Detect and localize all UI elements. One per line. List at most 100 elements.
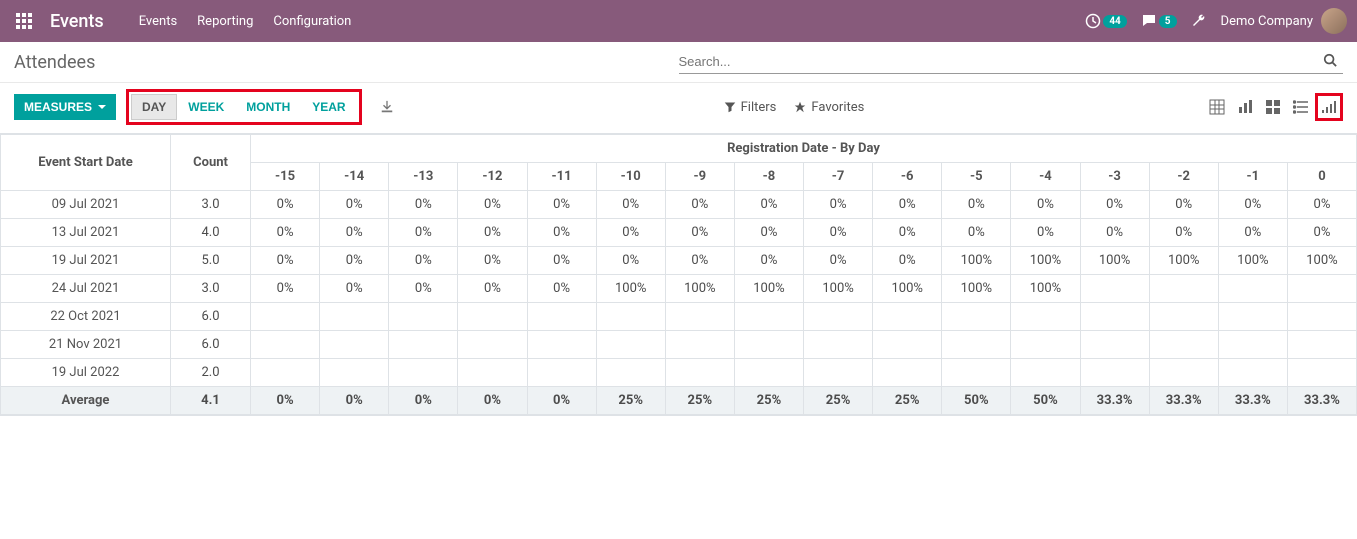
favorites-button[interactable]: Favorites xyxy=(794,100,864,115)
col-header: -13 xyxy=(389,163,458,191)
cell xyxy=(1080,331,1149,359)
col-header: -5 xyxy=(942,163,1011,191)
chat-icon xyxy=(1141,13,1157,29)
cell: 0% xyxy=(1080,191,1149,219)
cell: 0% xyxy=(458,219,527,247)
cell: 0% xyxy=(734,247,803,275)
col-header: -7 xyxy=(804,163,873,191)
download-button[interactable] xyxy=(380,100,394,115)
view-kanban[interactable] xyxy=(1259,93,1287,121)
list-icon xyxy=(1293,99,1309,115)
user-avatar[interactable] xyxy=(1321,8,1347,34)
nav-reporting[interactable]: Reporting xyxy=(197,14,253,29)
average-cell: 25% xyxy=(873,387,942,415)
cell xyxy=(804,331,873,359)
cell: 100% xyxy=(1011,247,1080,275)
cell xyxy=(1287,275,1356,303)
cell: 0% xyxy=(527,275,596,303)
cell xyxy=(251,303,320,331)
average-label: Average xyxy=(1,387,171,415)
cell xyxy=(1218,303,1287,331)
cell xyxy=(1080,359,1149,387)
col-header: -10 xyxy=(596,163,665,191)
average-cell: 25% xyxy=(596,387,665,415)
cell xyxy=(804,359,873,387)
view-list[interactable] xyxy=(1287,93,1315,121)
cell xyxy=(596,303,665,331)
cell xyxy=(665,359,734,387)
cell xyxy=(1287,303,1356,331)
app-brand[interactable]: Events xyxy=(50,11,104,32)
company-name[interactable]: Demo Company xyxy=(1221,14,1313,29)
average-cell: 33.3% xyxy=(1080,387,1149,415)
period-day[interactable]: DAY xyxy=(131,94,177,120)
view-cohort[interactable] xyxy=(1315,93,1343,121)
cell xyxy=(320,359,389,387)
cell xyxy=(873,331,942,359)
cell xyxy=(320,303,389,331)
count-header: Count xyxy=(171,135,251,191)
average-cell: 25% xyxy=(734,387,803,415)
view-pivot[interactable] xyxy=(1203,93,1231,121)
cell: 0% xyxy=(320,219,389,247)
view-graph[interactable] xyxy=(1231,93,1259,121)
cell xyxy=(1149,331,1218,359)
cell xyxy=(734,331,803,359)
dev-tools-button[interactable] xyxy=(1191,13,1207,29)
average-count: 4.1 xyxy=(171,387,251,415)
col-header: -14 xyxy=(320,163,389,191)
cell xyxy=(1149,275,1218,303)
cell: 100% xyxy=(942,247,1011,275)
cell: 0% xyxy=(596,247,665,275)
star-icon xyxy=(794,101,806,113)
cell: 0% xyxy=(251,219,320,247)
col-header: -2 xyxy=(1149,163,1218,191)
cell: 0% xyxy=(665,247,734,275)
filters-button[interactable]: Filters xyxy=(724,100,777,115)
apps-icon[interactable] xyxy=(10,7,38,35)
search-icon[interactable] xyxy=(1317,53,1343,71)
row-label: 19 Jul 2021 xyxy=(1,247,171,275)
cell: 0% xyxy=(1011,219,1080,247)
average-cell: 0% xyxy=(389,387,458,415)
col-header: -9 xyxy=(665,163,734,191)
cell xyxy=(251,359,320,387)
search-input[interactable] xyxy=(679,50,1318,73)
messages-button[interactable]: 5 xyxy=(1141,13,1177,29)
cell xyxy=(734,359,803,387)
nav-events[interactable]: Events xyxy=(139,14,177,29)
row-count: 3.0 xyxy=(171,275,251,303)
nav-configuration[interactable]: Configuration xyxy=(273,14,351,29)
cell: 0% xyxy=(527,247,596,275)
wrench-icon xyxy=(1191,13,1207,29)
cell: 0% xyxy=(251,191,320,219)
period-week[interactable]: WEEK xyxy=(177,94,235,120)
cell xyxy=(458,359,527,387)
cell: 0% xyxy=(1218,191,1287,219)
period-year[interactable]: YEAR xyxy=(301,94,356,120)
signal-icon xyxy=(1321,99,1337,115)
cell: 0% xyxy=(804,219,873,247)
row-label: 24 Jul 2021 xyxy=(1,275,171,303)
cell: 100% xyxy=(734,275,803,303)
col-header: 0 xyxy=(1287,163,1356,191)
subheader: Attendees xyxy=(0,42,1357,83)
period-month[interactable]: MONTH xyxy=(235,94,301,120)
cell: 100% xyxy=(1080,247,1149,275)
cell xyxy=(1287,331,1356,359)
cell: 0% xyxy=(873,247,942,275)
cell: 0% xyxy=(942,191,1011,219)
bar-chart-icon xyxy=(1237,99,1253,115)
activities-button[interactable]: 44 xyxy=(1085,13,1126,29)
cell: 100% xyxy=(942,275,1011,303)
cell: 0% xyxy=(804,247,873,275)
cell: 0% xyxy=(665,191,734,219)
row-label: 19 Jul 2022 xyxy=(1,359,171,387)
cell: 0% xyxy=(1149,219,1218,247)
cell xyxy=(804,303,873,331)
row-count: 5.0 xyxy=(171,247,251,275)
cell: 0% xyxy=(1080,219,1149,247)
measures-button[interactable]: MEASURES xyxy=(14,94,116,120)
average-cell: 50% xyxy=(942,387,1011,415)
cell xyxy=(596,331,665,359)
